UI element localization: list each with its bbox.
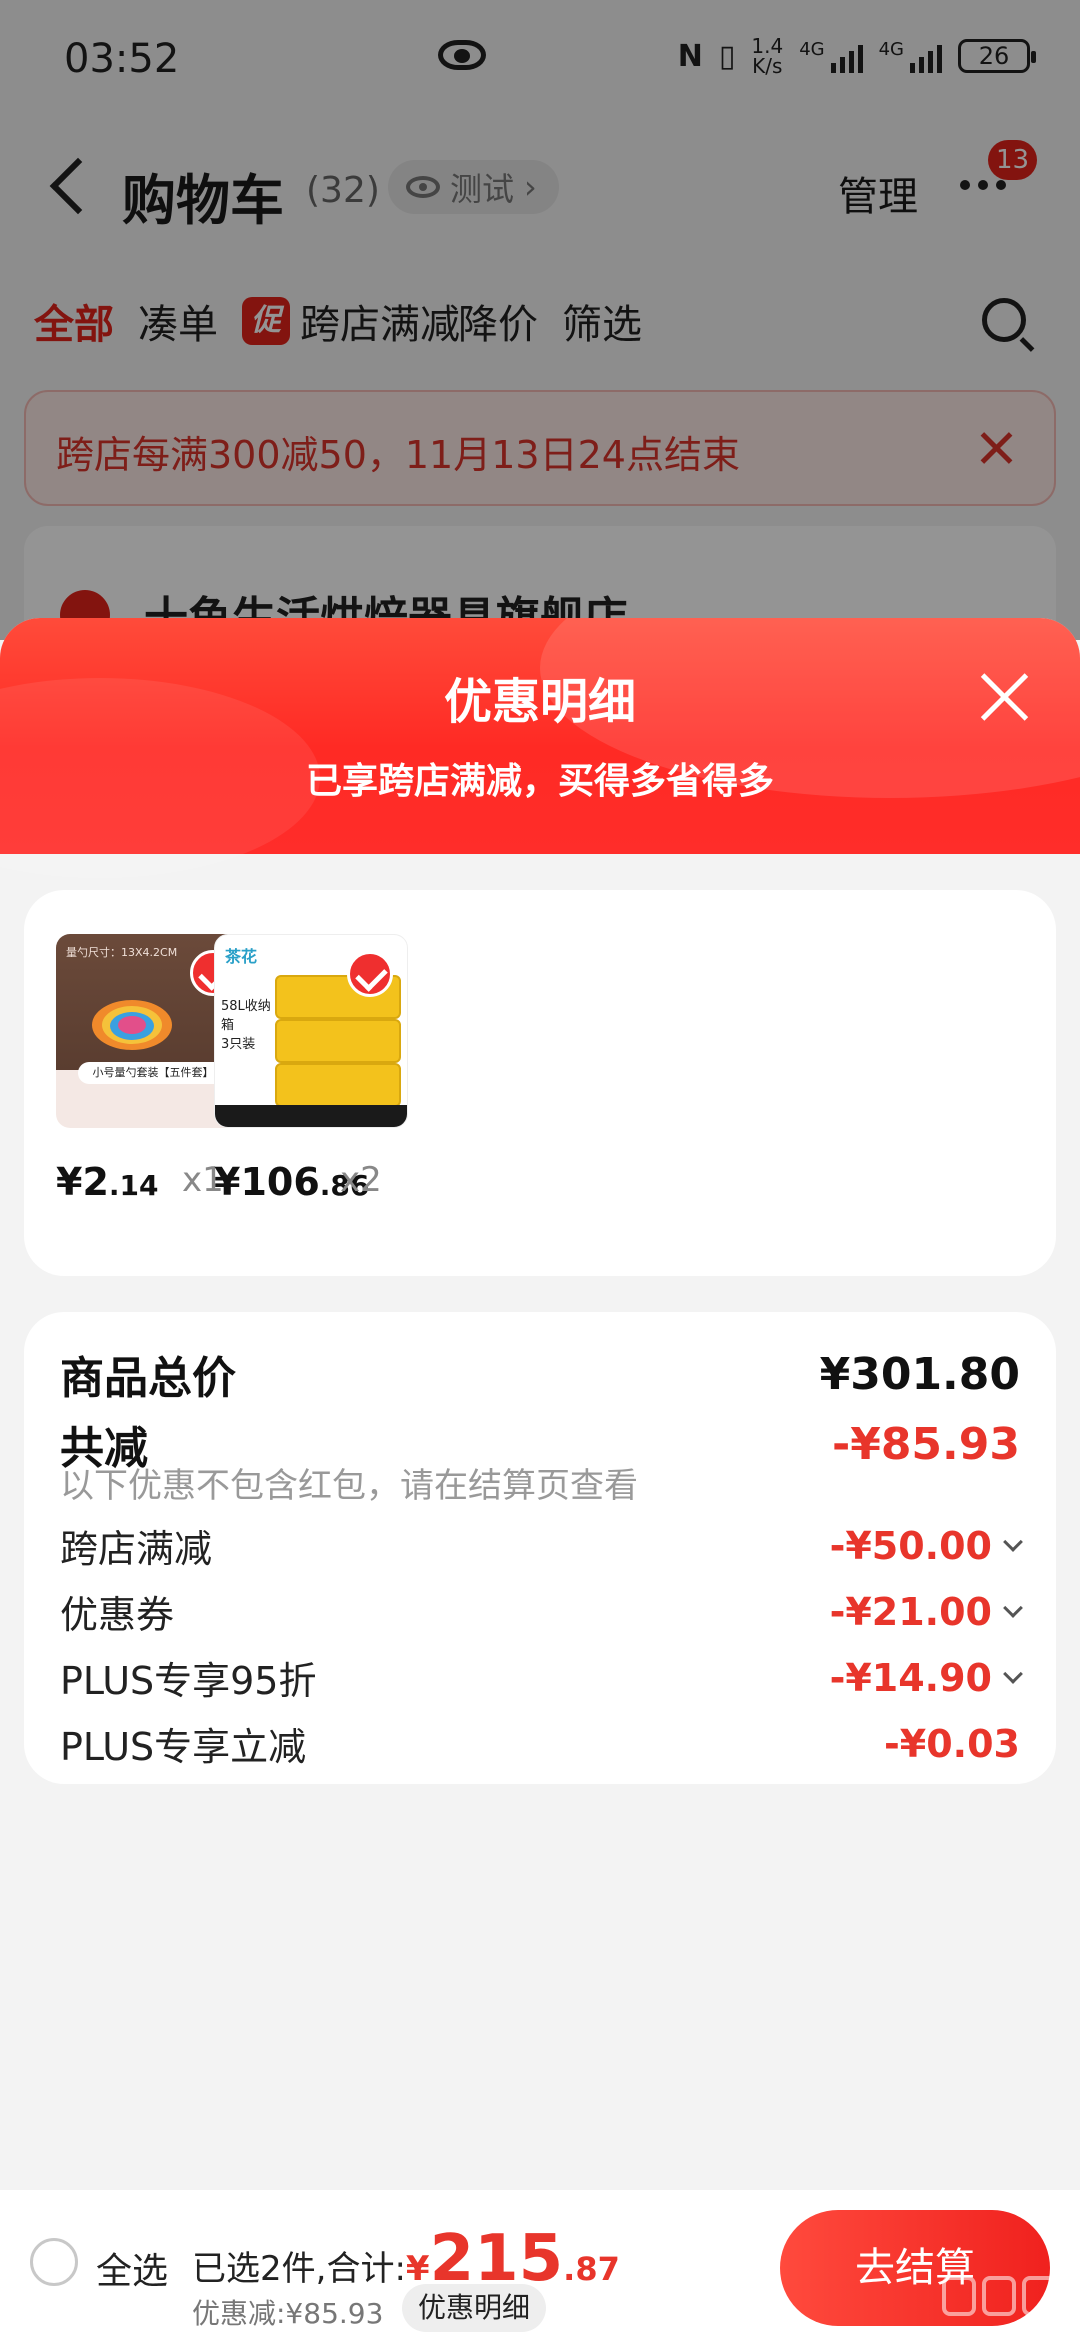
discount-detail-button[interactable]: 优惠明细 bbox=[402, 2284, 547, 2332]
select-all-checkbox[interactable] bbox=[30, 2238, 78, 2286]
discount-detail-sheet: 优惠明细 已享跨店满减，买得多省得多 量勺尺寸：13X4.2CM 小号量勺套装【… bbox=[0, 618, 1080, 2340]
thumb-caption: 58L收纳箱 3只装 bbox=[221, 999, 271, 1052]
thumb-brand: 茶花 bbox=[225, 947, 258, 966]
discount-value: -¥0.03 bbox=[884, 1722, 1020, 1766]
price-symbol: ¥ bbox=[214, 1160, 241, 1204]
discount-note: 以下优惠不包含红包，请在结算页查看 bbox=[60, 1466, 638, 1506]
price-dec: .14 bbox=[108, 1169, 159, 1202]
price-int: 106 bbox=[240, 1160, 320, 1204]
thumb-top-text: 量勺尺寸：13X4.2CM bbox=[66, 946, 178, 959]
chevron-down-icon bbox=[1003, 1663, 1023, 1684]
cart-page-background: 03:52 N ▯ 1.4 K/s 4G 4G 26 购物车 (32) 测试 ›… bbox=[0, 0, 1080, 666]
total-row: 商品总价 ¥301.80 bbox=[60, 1342, 1020, 1406]
watermark-logo bbox=[942, 2276, 1062, 2332]
box-shape bbox=[275, 1019, 401, 1063]
discount-row-plus-instant: PLUS专享立减 -¥0.03 bbox=[60, 1716, 1020, 1771]
product-image: 茶花 58L收纳箱 3只装 bbox=[214, 934, 408, 1128]
close-icon[interactable] bbox=[980, 672, 1030, 722]
discount-label: PLUS专享立减 bbox=[60, 1725, 307, 1769]
price-symbol: ¥ bbox=[56, 1160, 83, 1204]
check-icon bbox=[347, 951, 393, 997]
total-value: ¥301.80 bbox=[819, 1348, 1020, 1400]
summary-card: 商品总价 ¥301.80 共减 -¥85.93 以下优惠不包含红包，请在结算页查… bbox=[24, 1312, 1056, 1784]
selected-prefix: 已选2件,合计: bbox=[192, 2249, 406, 2289]
chevron-down-icon bbox=[1003, 1531, 1023, 1552]
discount-row-plus-95[interactable]: PLUS专享95折 -¥14.90 bbox=[60, 1650, 1023, 1705]
products-card: 量勺尺寸：13X4.2CM 小号量勺套装【五件套】 ¥ 2 .14 x1 茶花 bbox=[24, 890, 1056, 1276]
sheet-header: 优惠明细 已享跨店满减，买得多省得多 bbox=[0, 618, 1080, 878]
box-shape bbox=[275, 1063, 401, 1107]
total-dec: .87 bbox=[563, 2250, 620, 2288]
discount-label: 跨店满减 bbox=[60, 1527, 213, 1571]
discount-value: -¥14.90 bbox=[829, 1655, 1023, 1700]
discount-amount: -¥14.90 bbox=[829, 1655, 992, 1700]
checkout-bar: 全选 已选2件,合计: ¥ 215 .87 优惠减:¥85.93 优惠明细 去结… bbox=[0, 2190, 1080, 2340]
chevron-down-icon bbox=[1003, 1597, 1023, 1618]
spoon-shape bbox=[118, 1016, 146, 1034]
discount-label: 优惠券 bbox=[60, 1593, 175, 1637]
reduce-value: -¥85.93 bbox=[831, 1418, 1020, 1470]
thumb-strip bbox=[215, 1105, 407, 1127]
discount-amount: -¥50.00 bbox=[829, 1523, 992, 1568]
total-label: 商品总价 bbox=[60, 1353, 236, 1404]
discount-row-coupon[interactable]: 优惠券 -¥21.00 bbox=[60, 1584, 1023, 1639]
discount-value: -¥21.00 bbox=[829, 1589, 1023, 1634]
thumb-caption: 小号量勺套装【五件套】 bbox=[78, 1062, 228, 1084]
product-qty: x2 bbox=[340, 1160, 382, 1200]
price-int: 2 bbox=[82, 1160, 109, 1204]
total-symbol: ¥ bbox=[405, 2249, 430, 2289]
discount-amount: -¥0.03 bbox=[884, 1721, 1020, 1766]
discount-amount: -¥21.00 bbox=[829, 1589, 992, 1634]
discount-row-cross-store[interactable]: 跨店满减 -¥50.00 bbox=[60, 1518, 1023, 1573]
product-item[interactable]: 茶花 58L收纳箱 3只装 ¥ 106 .86 x2 bbox=[214, 934, 414, 1204]
sheet-subtitle: 已享跨店满减，买得多省得多 bbox=[305, 761, 774, 802]
discount-label: PLUS专享95折 bbox=[60, 1659, 317, 1703]
discount-summary: 优惠减:¥85.93 bbox=[192, 2297, 384, 2330]
selected-total: 已选2件,合计: ¥ 215 .87 bbox=[192, 2222, 620, 2296]
total-int: 215 bbox=[429, 2222, 564, 2296]
product-price: ¥ 2 .14 bbox=[56, 1160, 159, 1204]
select-all-label[interactable]: 全选 bbox=[96, 2242, 168, 2294]
dim-overlay[interactable] bbox=[0, 0, 1080, 640]
sheet-title: 优惠明细 bbox=[443, 674, 636, 730]
discount-value: -¥50.00 bbox=[829, 1523, 1023, 1568]
